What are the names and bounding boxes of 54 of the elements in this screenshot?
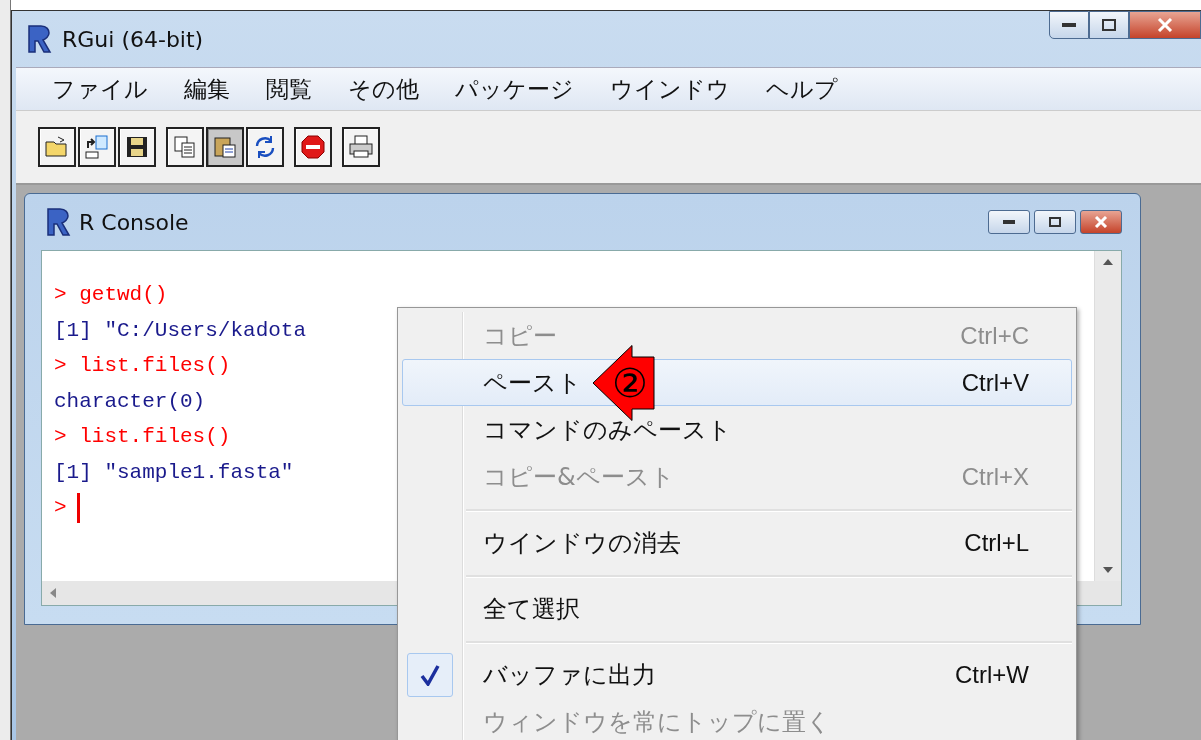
scroll-up-icon[interactable] bbox=[1103, 259, 1113, 265]
clipboard-icon bbox=[212, 134, 238, 160]
console-line: character(0) bbox=[54, 388, 206, 415]
menu-item[interactable]: 閲覧 bbox=[250, 73, 328, 105]
console-line: > getwd() bbox=[54, 282, 168, 308]
r-logo-icon bbox=[45, 207, 71, 237]
window-title: RGui (64-bit) bbox=[62, 26, 204, 52]
folder-icon bbox=[44, 134, 70, 160]
console-line: > list.files() bbox=[54, 353, 231, 379]
minimize-button[interactable] bbox=[1049, 11, 1089, 39]
console-line: > list.files() bbox=[54, 424, 231, 450]
step-number: ② bbox=[611, 359, 649, 407]
console-line: [1] "sample1.fasta" bbox=[54, 459, 294, 486]
maximize-button[interactable] bbox=[1089, 11, 1129, 39]
toolbar-button[interactable] bbox=[246, 127, 284, 167]
copy-icon bbox=[172, 134, 198, 160]
console-line: [1] "C:/Users/kadota bbox=[54, 317, 307, 344]
printer-icon bbox=[348, 134, 374, 160]
toolbar-button[interactable] bbox=[166, 127, 204, 167]
toolbar-button[interactable] bbox=[294, 127, 332, 167]
context-menu-item[interactable]: ウインドウの消去 Ctrl+L bbox=[402, 519, 1072, 567]
minimize-button[interactable] bbox=[988, 210, 1030, 234]
text-cursor bbox=[76, 492, 80, 523]
console-title: R Console bbox=[79, 209, 189, 235]
menu-item[interactable]: ウインドウ bbox=[594, 73, 746, 105]
context-menu-item[interactable]: バッファに出力 Ctrl+W bbox=[402, 651, 1072, 699]
toolbar-button[interactable] bbox=[206, 127, 244, 167]
maximize-button[interactable] bbox=[1034, 210, 1076, 234]
scroll-left-icon[interactable] bbox=[50, 588, 56, 598]
toolbar-button[interactable] bbox=[38, 127, 76, 167]
context-menu-item[interactable]: コマンドのみペースト bbox=[402, 406, 1072, 454]
menu-item[interactable]: その他 bbox=[332, 73, 435, 105]
context-menu-item[interactable]: 全て選択 bbox=[402, 585, 1072, 633]
vertical-scrollbar[interactable] bbox=[1094, 251, 1121, 581]
maximize-icon bbox=[1049, 217, 1061, 227]
toolbar-button[interactable] bbox=[342, 127, 380, 167]
menu-item[interactable]: 編集 bbox=[168, 73, 246, 105]
close-icon bbox=[1157, 18, 1173, 32]
close-icon bbox=[1094, 216, 1108, 228]
close-button[interactable] bbox=[1129, 11, 1201, 39]
toolbar-button[interactable] bbox=[78, 127, 116, 167]
document-arrow-icon bbox=[84, 134, 110, 160]
scroll-down-icon[interactable] bbox=[1103, 567, 1113, 573]
toolbar-button[interactable] bbox=[118, 127, 156, 167]
console-line: > bbox=[54, 495, 67, 521]
maximize-icon bbox=[1102, 19, 1116, 31]
menu-item[interactable]: ファイル bbox=[36, 73, 164, 105]
menu-item[interactable]: ヘルプ bbox=[750, 73, 854, 105]
menu-item[interactable]: パッケージ bbox=[439, 73, 590, 105]
stop-sign-icon bbox=[300, 134, 326, 160]
close-button[interactable] bbox=[1080, 210, 1122, 234]
minimize-icon bbox=[1062, 23, 1076, 27]
minimize-icon bbox=[1003, 220, 1015, 224]
r-logo-icon bbox=[26, 24, 52, 54]
